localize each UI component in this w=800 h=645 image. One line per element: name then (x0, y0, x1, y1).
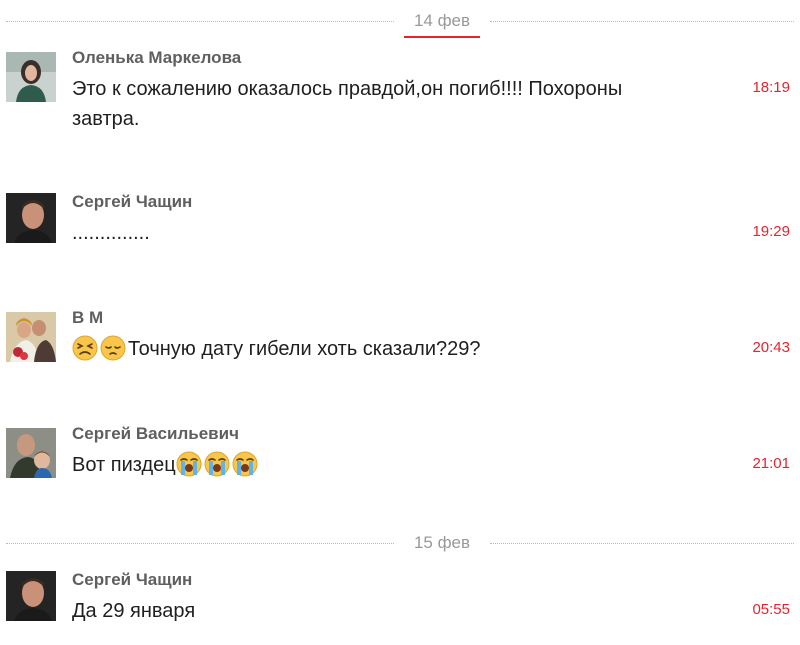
message-author[interactable]: Сергей Васильевич (72, 424, 239, 444)
pensive-face-icon (100, 335, 126, 361)
message-item: Сергей Чащин .............. 19:29 (0, 192, 800, 282)
message-item: Оленька Маркелова Это к сожалению оказал… (0, 48, 800, 158)
message-text: Точную дату гибели хоть сказали?29? (72, 334, 692, 364)
date-separator: 14 фев (0, 6, 800, 38)
message-text: .............. (72, 222, 150, 244)
message-author[interactable]: Сергей Чащин (72, 192, 192, 212)
avatar[interactable] (6, 52, 56, 102)
loudly-crying-face-icon (176, 451, 202, 477)
date-label: 14 фев (394, 6, 490, 38)
message-author[interactable]: Оленька Маркелова (72, 48, 241, 68)
date-separator: 15 фев (0, 528, 800, 558)
loudly-crying-face-icon (232, 451, 258, 477)
message-text: Вот пиздец (72, 450, 692, 480)
message-time: 05:55 (752, 601, 790, 618)
message-item: Сергей Чащин Да 29 января 05:55 (0, 570, 800, 640)
separator-line (490, 543, 794, 544)
message-text-content: Точную дату гибели хоть сказали?29? (128, 338, 481, 360)
message-time: 19:29 (752, 223, 790, 240)
message-text-content: Вот пиздец (72, 454, 176, 476)
message-time: 20:43 (752, 339, 790, 356)
separator-line (6, 21, 394, 22)
message-item: В М Точную дату гибели хоть сказали?29? … (0, 308, 800, 398)
message-time: 21:01 (752, 455, 790, 472)
date-label: 15 фев (413, 533, 471, 552)
message-author[interactable]: В М (72, 308, 103, 328)
message-author[interactable]: Сергей Чащин (72, 570, 192, 590)
persevering-face-icon (72, 335, 98, 361)
message-time: 18:19 (752, 79, 790, 96)
avatar[interactable] (6, 193, 56, 243)
separator-line (6, 543, 394, 544)
avatar[interactable] (6, 428, 56, 478)
avatar[interactable] (6, 312, 56, 362)
message-item: Сергей Васильевич Вот пиздец 21:01 (0, 424, 800, 514)
message-text: Да 29 января (72, 600, 196, 622)
separator-line (490, 21, 794, 22)
avatar[interactable] (6, 571, 56, 621)
message-text: Это к сожалению оказалось правдой,он пог… (72, 78, 623, 130)
loudly-crying-face-icon (204, 451, 230, 477)
